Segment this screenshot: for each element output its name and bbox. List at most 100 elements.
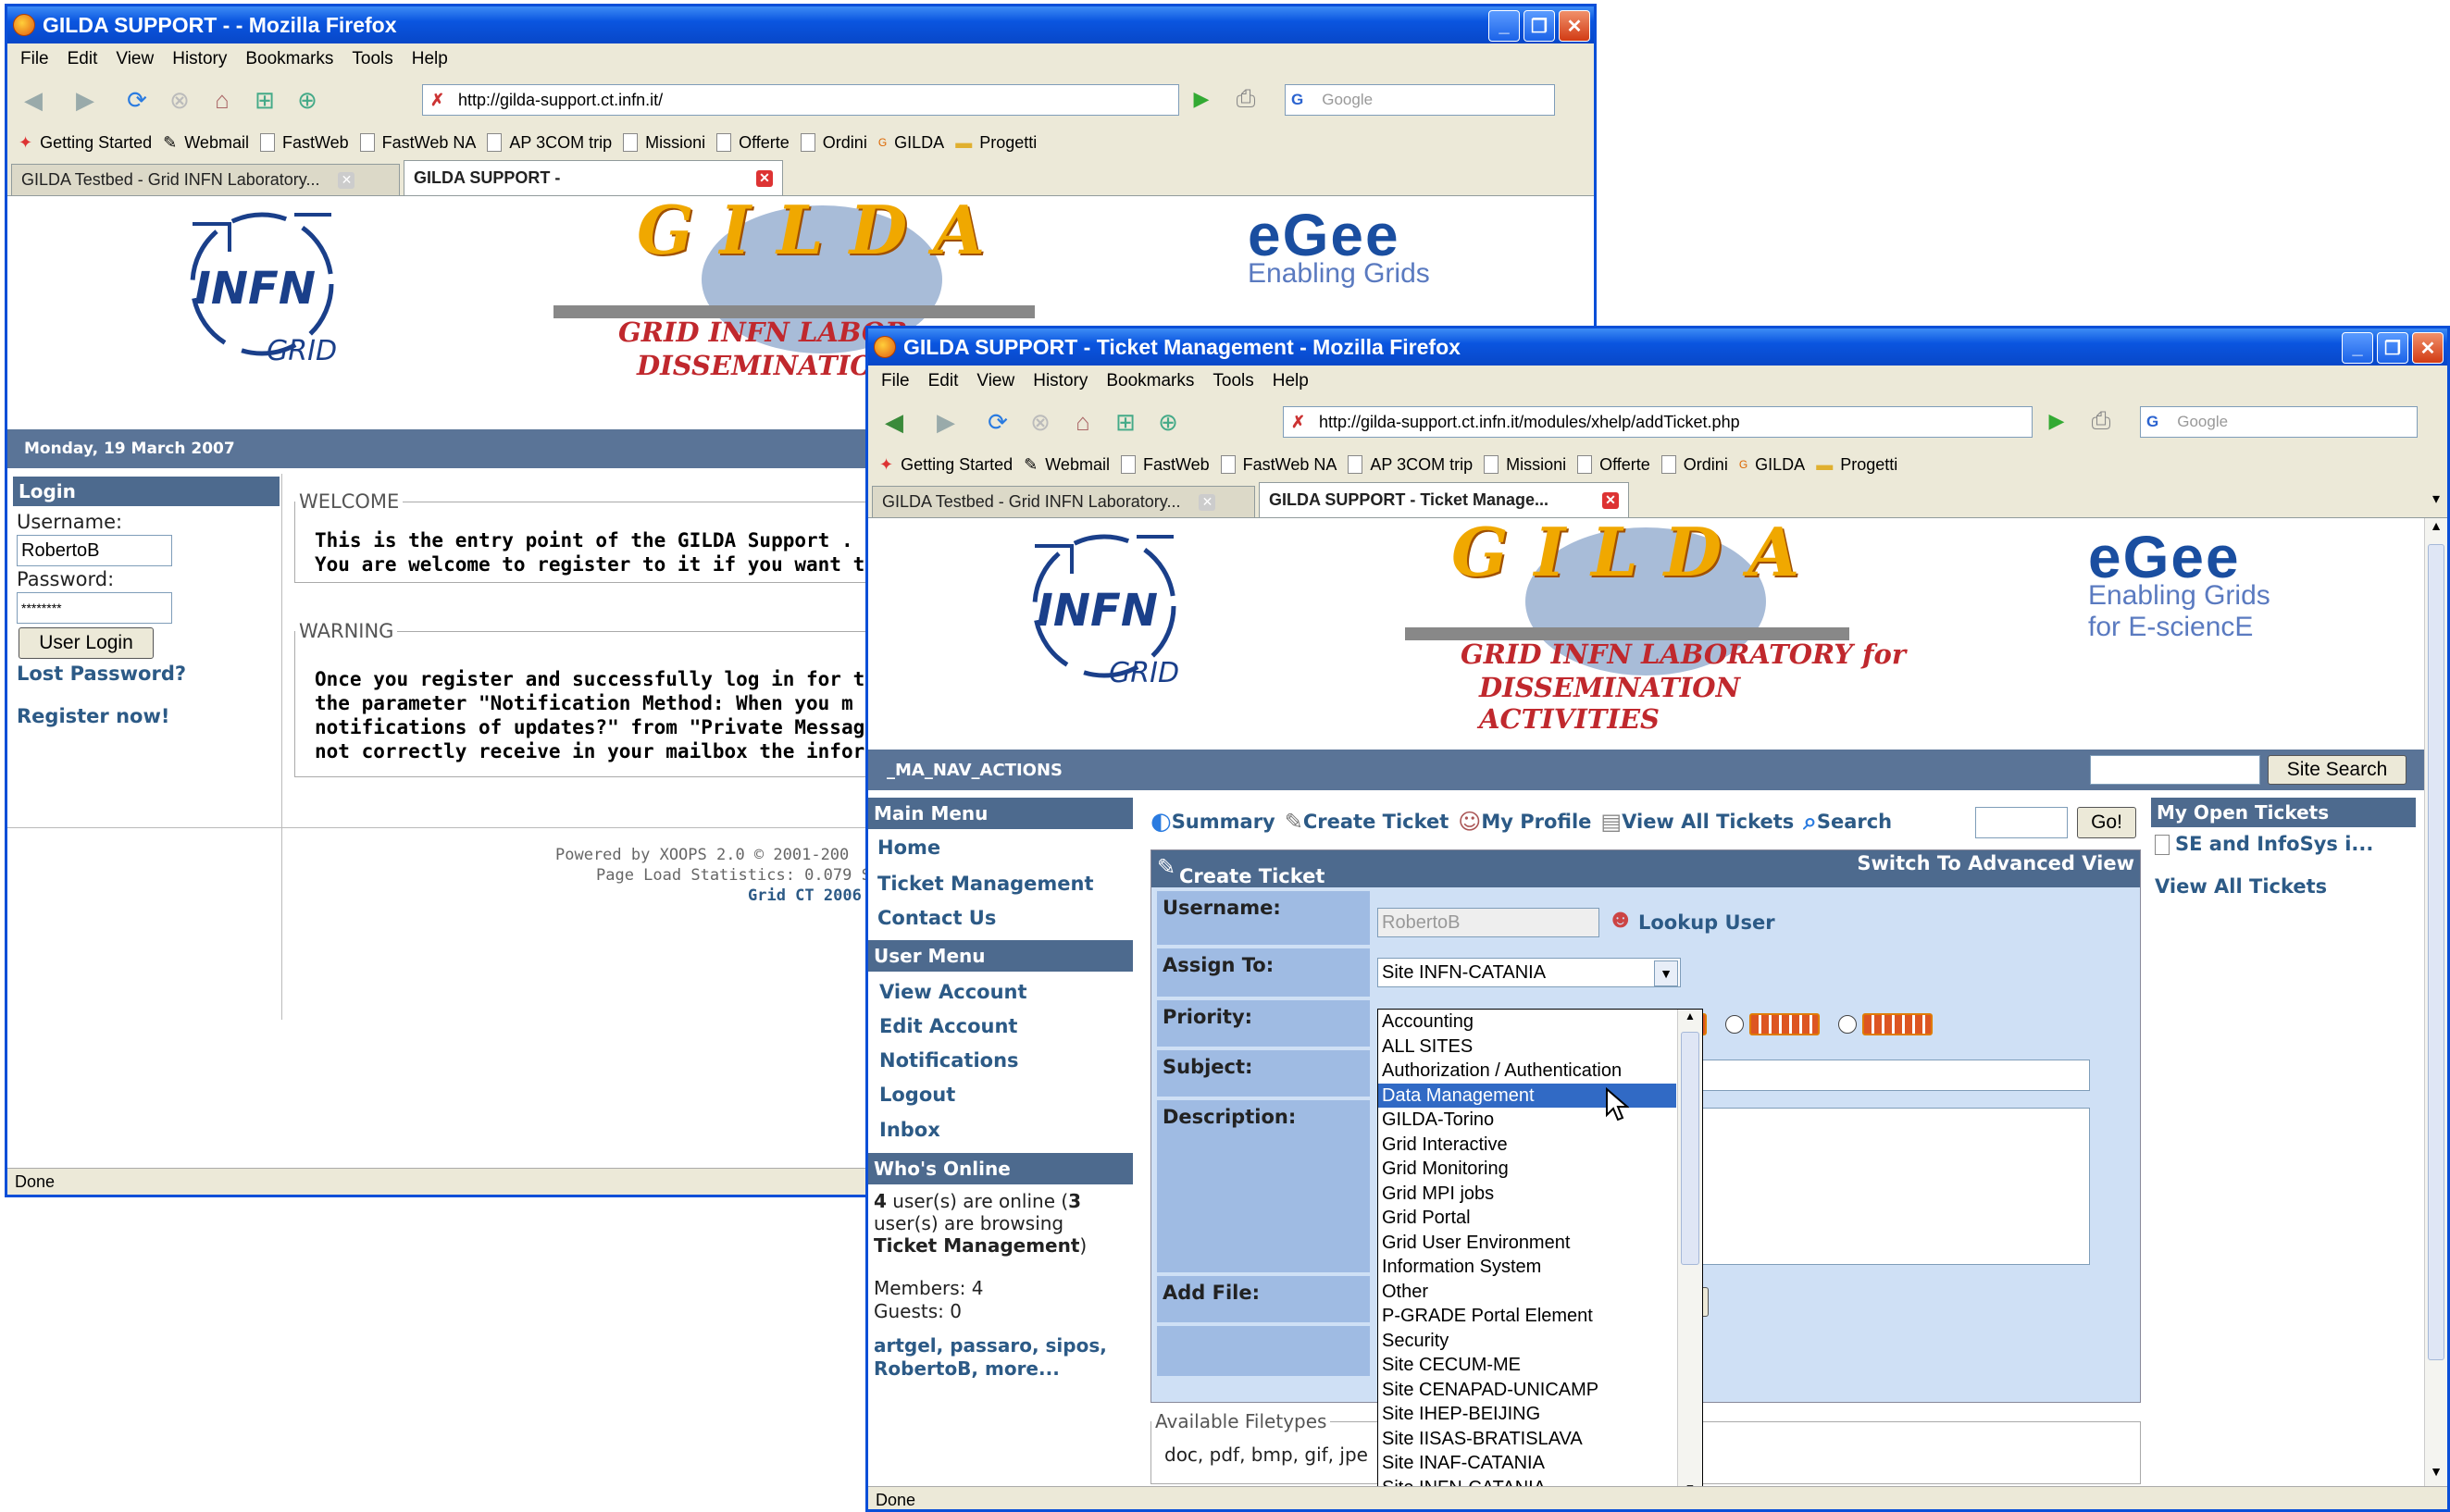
- reload-icon[interactable]: ⟳: [120, 83, 154, 117]
- bookmark-add-icon[interactable]: ⊕: [1151, 405, 1185, 439]
- menu-help[interactable]: Help: [1273, 371, 1309, 391]
- menu-help[interactable]: Help: [412, 49, 448, 69]
- edit-account-link[interactable]: Edit Account: [879, 1015, 1017, 1037]
- dropdown-option[interactable]: Security: [1378, 1329, 1676, 1354]
- scroll-thumb[interactable]: [2428, 544, 2444, 1360]
- dropdown-option[interactable]: GILDA-Torino: [1378, 1108, 1676, 1133]
- dropdown-option-highlighted[interactable]: Data Management: [1378, 1083, 1676, 1108]
- front-url-bar[interactable]: ✗ http://gilda-support.ct.infn.it/module…: [1283, 406, 2033, 438]
- bookmark-ordini[interactable]: Ordini: [1660, 455, 1728, 475]
- dropdown-option[interactable]: Grid Interactive: [1378, 1133, 1676, 1158]
- dropdown-option[interactable]: Grid Monitoring: [1378, 1157, 1676, 1182]
- reload-icon[interactable]: ⟳: [981, 405, 1014, 439]
- dropdown-option[interactable]: Site IHEP-BEIJING: [1378, 1402, 1676, 1427]
- summary-link[interactable]: Summary: [1172, 811, 1275, 833]
- menu-ticket-management-link[interactable]: Ticket Management: [877, 873, 1094, 895]
- bookmark-webmail[interactable]: ✎ Webmail: [163, 133, 249, 153]
- menu-file[interactable]: File: [20, 49, 49, 69]
- dropdown-option[interactable]: Site IISAS-BRATISLAVA: [1378, 1427, 1676, 1452]
- tab-list-icon[interactable]: ▾: [2432, 490, 2440, 508]
- open-ticket-link[interactable]: SE and InfoSys i...: [2175, 833, 2373, 855]
- dropdown-option[interactable]: Information System: [1378, 1255, 1676, 1280]
- minimize-button[interactable]: _: [2342, 332, 2373, 364]
- bookmark-getting-started[interactable]: ✦ Getting Started: [879, 455, 1013, 475]
- menu-history[interactable]: History: [172, 49, 227, 69]
- online-users-line2[interactable]: RobertoB, more...: [874, 1357, 1060, 1380]
- go-icon[interactable]: ▶: [1185, 82, 1218, 116]
- front-title-bar[interactable]: GILDA SUPPORT - Ticket Management - Mozi…: [868, 328, 2447, 366]
- home-icon[interactable]: ⌂: [205, 83, 239, 117]
- dropdown-option[interactable]: ALL SITES: [1378, 1035, 1676, 1060]
- inbox-link[interactable]: Inbox: [879, 1119, 940, 1141]
- go-button[interactable]: Go!: [2077, 807, 2136, 838]
- dropdown-scrollbar[interactable]: ▲ ▼: [1677, 1010, 1702, 1486]
- back-url-bar[interactable]: ✗ http://gilda-support.ct.infn.it/: [422, 84, 1179, 116]
- bookmark-ap3com[interactable]: AP 3COM trip: [1348, 455, 1473, 475]
- menu-bookmarks[interactable]: Bookmarks: [245, 49, 333, 69]
- new-tab-icon[interactable]: ⊞: [1109, 405, 1142, 439]
- menu-edit[interactable]: Edit: [68, 49, 98, 69]
- dropdown-option[interactable]: Site INAF-CATANIA: [1378, 1451, 1676, 1476]
- logout-link[interactable]: Logout: [879, 1084, 955, 1106]
- bookmark-ordini[interactable]: Ordini: [800, 133, 867, 153]
- bookmark-missioni[interactable]: Missioni: [1484, 455, 1566, 475]
- dropdown-option[interactable]: Site CENAPAD-UNICAMP: [1378, 1378, 1676, 1403]
- user-login-button[interactable]: User Login: [19, 627, 154, 659]
- menu-tools[interactable]: Tools: [1213, 371, 1253, 391]
- switch-advanced-link[interactable]: Switch To Advanced View: [1857, 852, 2134, 874]
- go-icon[interactable]: ▶: [2040, 404, 2073, 438]
- front-search-box[interactable]: G Google: [2140, 406, 2418, 438]
- tab-gilda-testbed[interactable]: GILDA Testbed - Grid INFN Laboratory... ✕: [11, 164, 400, 195]
- back-icon[interactable]: ◀: [17, 83, 50, 117]
- notifications-link[interactable]: Notifications: [879, 1049, 1019, 1072]
- dropdown-option[interactable]: Grid User Environment: [1378, 1231, 1676, 1256]
- register-link[interactable]: Register now!: [17, 705, 169, 727]
- bookmark-fastweb[interactable]: FastWeb: [259, 133, 349, 153]
- menu-view[interactable]: View: [116, 49, 154, 69]
- page-scrollbar[interactable]: ▲ ▼: [2424, 518, 2447, 1486]
- scroll-up-arrow[interactable]: ▲: [2425, 518, 2447, 540]
- view-all-tickets-link[interactable]: View All Tickets: [1622, 811, 1794, 833]
- bookmark-ap3com[interactable]: AP 3COM trip: [487, 133, 612, 153]
- view-account-link[interactable]: View Account: [879, 981, 1027, 1003]
- home-icon[interactable]: ⌂: [1066, 405, 1100, 439]
- menu-contact-us-link[interactable]: Contact Us: [877, 907, 996, 929]
- grid-ct-link[interactable]: Grid CT 2006: [748, 886, 862, 905]
- lost-password-link[interactable]: Lost Password?: [17, 663, 186, 685]
- bookmark-offerte[interactable]: Offerte: [716, 133, 790, 153]
- minimize-button[interactable]: _: [1488, 10, 1520, 42]
- search-link[interactable]: Search: [1817, 811, 1892, 833]
- bookmark-add-icon[interactable]: ⊕: [291, 83, 324, 117]
- print-icon[interactable]: ⎙: [1229, 82, 1262, 116]
- close-button[interactable]: ✕: [1559, 10, 1590, 42]
- bookmark-fastweb[interactable]: FastWeb: [1120, 455, 1210, 475]
- tab-gilda-testbed[interactable]: GILDA Testbed - Grid INFN Laboratory... ✕: [872, 486, 1255, 517]
- maximize-button[interactable]: ❐: [2377, 332, 2408, 364]
- back-icon[interactable]: ◀: [877, 405, 911, 439]
- bookmark-progetti[interactable]: ▬ Progetti: [955, 133, 1037, 153]
- menu-history[interactable]: History: [1033, 371, 1088, 391]
- create-ticket-link[interactable]: Create Ticket: [1303, 811, 1449, 833]
- bookmark-webmail[interactable]: ✎ Webmail: [1024, 455, 1110, 475]
- new-tab-icon[interactable]: ⊞: [248, 83, 281, 117]
- bookmark-gilda[interactable]: G GILDA: [878, 133, 944, 153]
- forward-icon[interactable]: ▶: [68, 83, 102, 117]
- assign-to-select[interactable]: Site INFN-CATANIA ▼: [1377, 958, 1681, 987]
- username-input[interactable]: RobertoB: [17, 535, 172, 566]
- back-search-box[interactable]: G Google: [1285, 84, 1555, 116]
- online-users-line1[interactable]: artgel, passaro, sipos,: [874, 1334, 1107, 1357]
- maximize-button[interactable]: ❐: [1523, 10, 1555, 42]
- menu-tools[interactable]: Tools: [352, 49, 392, 69]
- menu-file[interactable]: File: [881, 371, 910, 391]
- tab-ticket-management[interactable]: GILDA SUPPORT - Ticket Manage... ✕: [1259, 482, 1629, 517]
- stop-icon[interactable]: ⊗: [163, 83, 196, 117]
- bookmark-fastweb-na[interactable]: FastWeb NA: [359, 133, 476, 153]
- password-input[interactable]: ********: [17, 592, 172, 624]
- site-search-button[interactable]: Site Search: [2268, 755, 2406, 785]
- close-tab-icon[interactable]: ✕: [756, 169, 773, 187]
- site-search-input[interactable]: [2090, 755, 2260, 785]
- bookmark-progetti[interactable]: ▬ Progetti: [1816, 455, 1897, 475]
- dropdown-option[interactable]: Site CECUM-ME: [1378, 1353, 1676, 1378]
- bookmark-getting-started[interactable]: ✦ Getting Started: [19, 133, 152, 153]
- priority-radio-5[interactable]: [1838, 1015, 1857, 1034]
